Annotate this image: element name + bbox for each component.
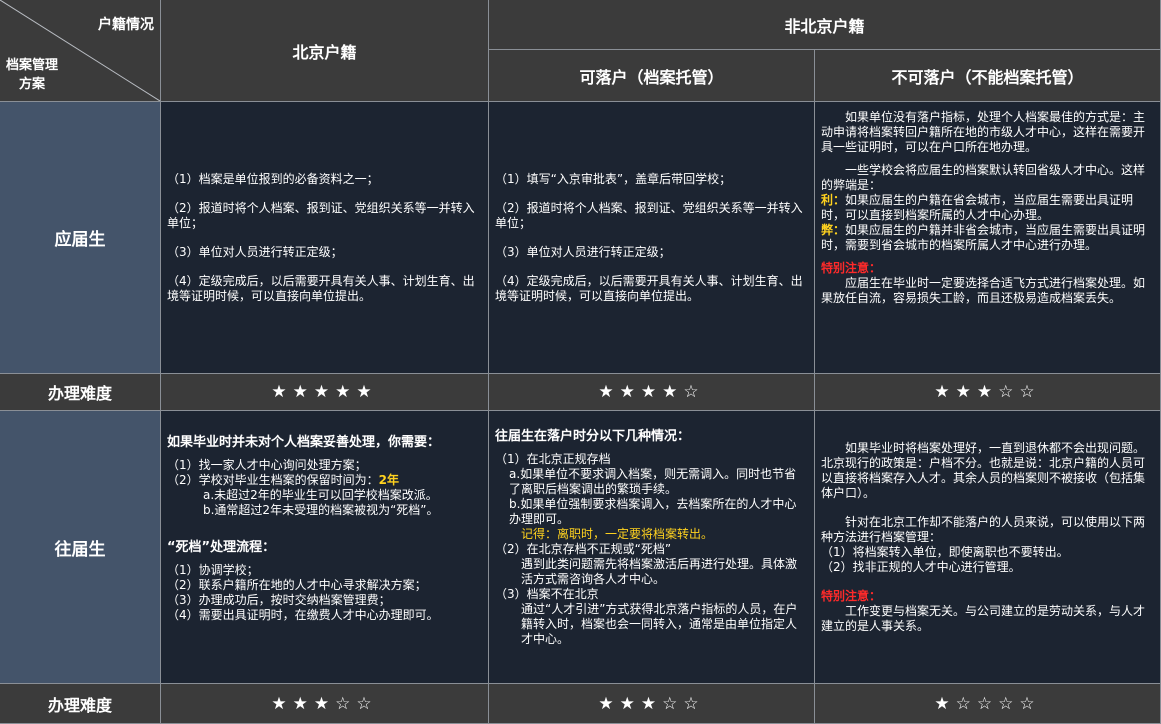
fresh-settle-step-1: （1）填写“入京审批表”，盖章后带回学校； <box>495 171 732 186</box>
past-beijing-item-2a: a.未超过2年的毕业生可以回学校档案改派。 <box>203 488 438 502</box>
dead-archive-flow-title: “死档”处理流程： <box>167 540 276 555</box>
header-non-beijing: 非北京户籍 <box>489 0 1161 50</box>
row-label-past: 往届生 <box>0 411 161 684</box>
fresh-note-text: 应届生在毕业时一定要选择合适飞方式进行档案处理。如果放任自流，容易损失工龄，而且… <box>821 276 1146 305</box>
flow-step-2: （2）联系户籍所在地的人才中心寻求解决方案； <box>167 578 427 592</box>
difficulty-label-fresh: 办理难度 <box>0 374 161 411</box>
difficulty-fresh-no-settle: ★★★☆☆ <box>815 374 1161 411</box>
past-settle-title: 往届生在落户时分以下几种情况： <box>495 429 691 444</box>
fresh-settle-step-3: （3）单位对人员进行转正定级； <box>495 244 671 259</box>
retention-period: 2年 <box>378 473 399 487</box>
fresh-note-label: 特别注意： <box>821 261 882 275</box>
con-label: 弊： <box>821 223 846 237</box>
star-rating: ★★★☆☆ <box>271 693 378 714</box>
fresh-settle-step-2: （2）报道时将个人档案、报到证、党组织关系等一并转入单位； <box>495 200 803 230</box>
past-note-label: 特别注意： <box>821 589 882 603</box>
header-no-settle: 不可落户（不能档案托管） <box>815 50 1161 102</box>
past-settle-case-2-text: 遇到此类问题需先将档案激活后再进行处理。具体激活方式需咨询各人才中心。 <box>521 557 798 586</box>
flow-step-3: （3）办理成功后，按时交纳档案管理费； <box>167 593 391 607</box>
past-settle-case-2: （2）在北京存档不正规或“死档” <box>495 542 672 556</box>
past-beijing-cell: 如果毕业时并未对个人档案妥善处理，你需要： （1）找一家人才中心询问处理方案； … <box>161 411 489 684</box>
past-settle-case-3-text: 通过“人才引进”方式获得北京落户指标的人员，在户籍转入时，档案也会一同转入，通常… <box>521 602 798 646</box>
past-note-text: 工作变更与档案无关。与公司建立的是劳动关系，与人才建立的是人事关系。 <box>821 604 1146 633</box>
header-beijing: 北京户籍 <box>161 0 489 102</box>
fresh-no-settle-pro: 利：如果应届生的户籍在省会城市，当应届生需要出具证明时，可以直接到档案所属的人才… <box>821 193 1134 222</box>
star-rating: ★☆☆☆☆ <box>934 693 1041 714</box>
past-no-settle-para-2: 针对在北京工作却不能落户的人员来说，可以使用以下两种方法进行档案管理： <box>821 515 1146 544</box>
flow-step-1: （1）协调学校； <box>167 563 259 577</box>
fresh-no-settle-para-2: 一些学校会将应届生的档案默认转回省级人才中心。这样的弊端是： <box>821 163 1146 192</box>
fresh-no-settle-con: 弊：如果应届生的户籍并非省会城市，当应届生需要出具证明时，需要到省会城市的档案所… <box>821 223 1146 252</box>
star-rating: ★★★☆☆ <box>598 693 705 714</box>
past-no-settle-cell: 如果毕业时将档案处理好，一直到退休都不会出现问题。北京现行的政策是：户档不分。也… <box>815 411 1161 684</box>
difficulty-fresh-settle: ★★★★☆ <box>489 374 815 411</box>
fresh-beijing-step-2: （2）报道时将个人档案、报到证、党组织关系等一并转入单位； <box>167 200 475 230</box>
star-rating: ★★★★☆ <box>598 382 705 402</box>
corner-header: 户籍情况 档案管理 方案 <box>0 0 161 102</box>
archive-management-table: 户籍情况 档案管理 方案 北京户籍 非北京户籍 可落户（档案托管） 不可落户（不… <box>0 0 1161 724</box>
difficulty-past-no-settle: ★☆☆☆☆ <box>815 684 1161 724</box>
past-beijing-title: 如果毕业时并未对个人档案妥善处理，你需要： <box>167 435 441 450</box>
difficulty-past-beijing: ★★★☆☆ <box>161 684 489 724</box>
row-label-fresh: 应届生 <box>0 102 161 374</box>
past-no-settle-method-2: （2）找非正规的人才中心进行管理。 <box>821 560 1021 574</box>
past-settle-case-3: （3）档案不在北京 <box>495 587 599 601</box>
fresh-no-settle-cell: 如果单位没有落户指标，处理个人档案最佳的方式是：主动申请将档案转回户籍所在地的市… <box>815 102 1161 374</box>
star-rating: ★★★★★ <box>271 382 378 402</box>
header-settle: 可落户（档案托管） <box>489 50 815 102</box>
fresh-beijing-cell: （1）档案是单位报到的必备资料之一； （2）报道时将个人档案、报到证、党组织关系… <box>161 102 489 374</box>
corner-bottom-label: 档案管理 方案 <box>6 58 59 92</box>
past-beijing-item-2: （2）学校对毕业生档案的保留时间为：2年 <box>167 473 399 487</box>
fresh-beijing-step-4: （4）定级完成后，以后需要开具有关人事、计划生育、出境等证明时候，可以直接向单位… <box>167 273 475 303</box>
fresh-settle-step-4: （4）定级完成后，以后需要开具有关人事、计划生育、出境等证明时候，可以直接向单位… <box>495 273 803 303</box>
difficulty-past-settle: ★★★☆☆ <box>489 684 815 724</box>
past-settle-reminder: 记得：离职时，一定要将档案转出。 <box>521 527 714 541</box>
difficulty-fresh-beijing: ★★★★★ <box>161 374 489 411</box>
fresh-settle-cell: （1）填写“入京审批表”，盖章后带回学校； （2）报道时将个人档案、报到证、党组… <box>489 102 815 374</box>
pro-label: 利： <box>821 193 846 207</box>
fresh-no-settle-para-1: 如果单位没有落户指标，处理个人档案最佳的方式是：主动申请将档案转回户籍所在地的市… <box>821 110 1146 154</box>
flow-step-4: （4）需要出具证明时，在缴费人才中心办理即可。 <box>167 608 439 622</box>
fresh-beijing-step-1: （1）档案是单位报到的必备资料之一； <box>167 171 379 186</box>
past-settle-case-1: （1）在北京正规存档 <box>495 452 611 466</box>
past-beijing-item-1: （1）找一家人才中心询问处理方案； <box>167 458 367 472</box>
past-settle-case-1a: a.如果单位不要求调入档案，则无需调入。同时也节省了离职后档案调出的繁琐手续。 <box>509 467 797 496</box>
difficulty-label-past: 办理难度 <box>0 684 161 724</box>
star-rating: ★★★☆☆ <box>934 382 1041 402</box>
past-beijing-item-2b: b.通常超过2年未受理的档案被视为“死档”。 <box>203 503 439 517</box>
past-settle-case-1b: b.如果单位强制要求档案调入，去档案所在的人才中心办理即可。 <box>509 497 797 526</box>
past-no-settle-method-1: （1）将档案转入单位，即使离职也不要转出。 <box>821 545 1069 559</box>
corner-top-label: 户籍情况 <box>98 17 154 33</box>
fresh-beijing-step-3: （3）单位对人员进行转正定级； <box>167 244 343 259</box>
past-settle-cell: 往届生在落户时分以下几种情况： （1）在北京正规存档 a.如果单位不要求调入档案… <box>489 411 815 684</box>
past-no-settle-para-1: 如果毕业时将档案处理好，一直到退休都不会出现问题。北京现行的政策是：户档不分。也… <box>821 441 1146 500</box>
